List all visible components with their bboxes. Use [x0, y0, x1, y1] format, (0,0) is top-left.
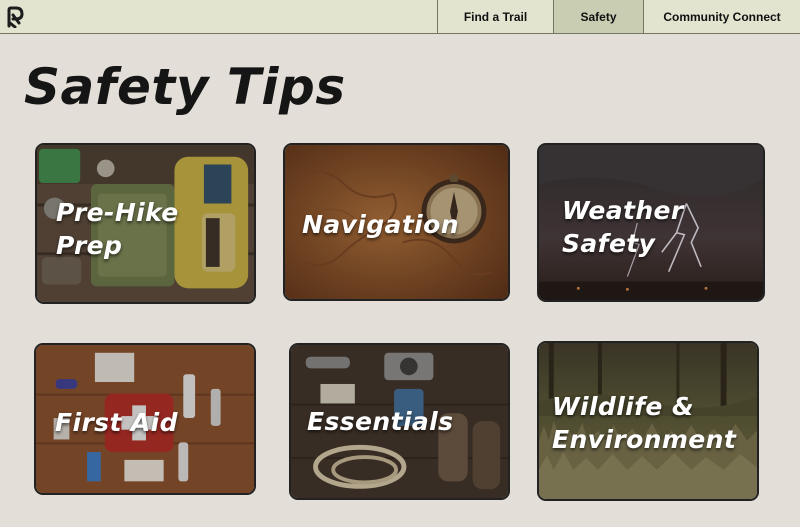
nav-safety[interactable]: Safety — [553, 0, 643, 33]
nav-find-a-trail[interactable]: Find a Trail — [437, 0, 553, 33]
card-label: First Aid — [55, 408, 178, 437]
logo-icon[interactable] — [7, 6, 25, 28]
card-label: Navigation — [302, 210, 459, 239]
page-title: Safety Tips — [24, 58, 346, 116]
card-label: Wildlife & Environment — [552, 392, 737, 454]
card-essentials[interactable]: Essentials — [289, 343, 510, 500]
card-label: Essentials — [307, 407, 454, 436]
card-wildlife-environment[interactable]: Wildlife & Environment — [537, 341, 759, 501]
card-label: Weather Safety — [562, 196, 684, 258]
card-weather-safety[interactable]: Weather Safety — [537, 143, 765, 302]
card-pre-hike-prep[interactable]: Pre-Hike Prep — [35, 143, 256, 304]
card-navigation[interactable]: Navigation — [283, 143, 510, 301]
top-nav-bar: Find a Trail Safety Community Connect — [0, 0, 800, 34]
card-first-aid[interactable]: First Aid — [34, 343, 256, 495]
card-label: Pre-Hike Prep — [56, 198, 179, 260]
nav-community-connect[interactable]: Community Connect — [643, 0, 800, 33]
